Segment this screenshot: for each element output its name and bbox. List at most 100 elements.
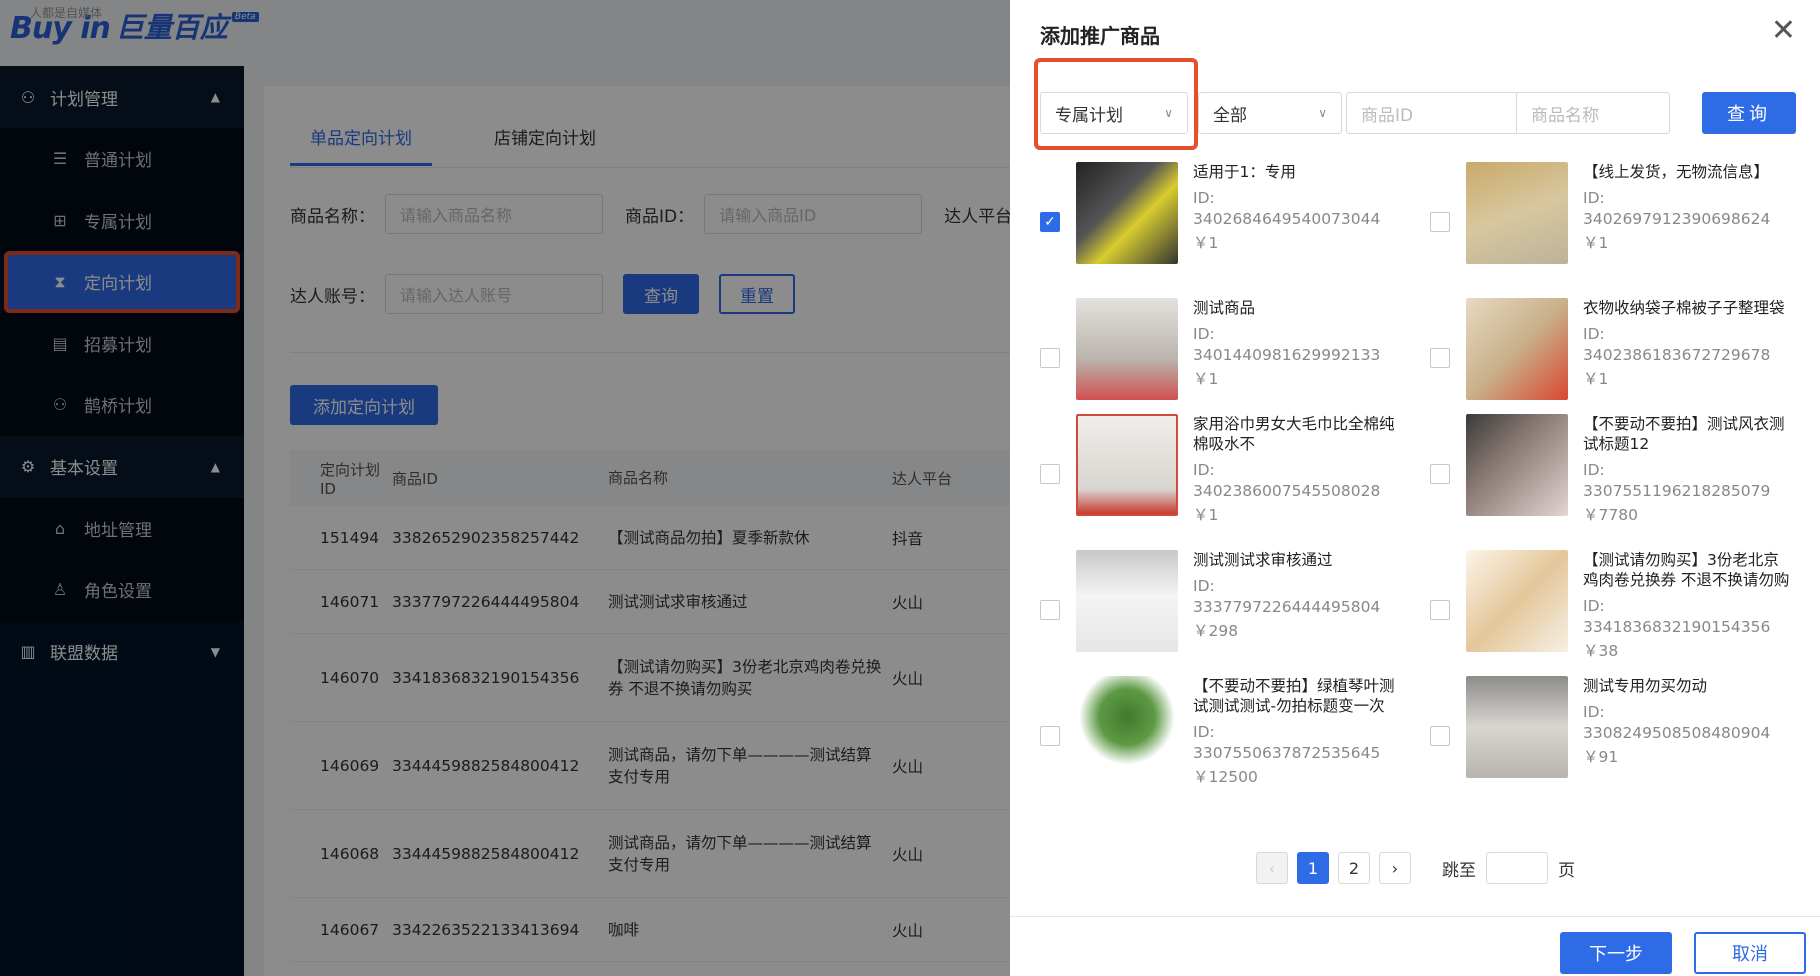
close-icon[interactable]: ✕ xyxy=(1771,16,1796,46)
product-price: ￥1 xyxy=(1193,234,1219,252)
product-id: 3401440981629992133 xyxy=(1193,346,1381,364)
modal-overlay[interactable] xyxy=(0,0,1010,976)
product-id: 3341836832190154356 xyxy=(1583,618,1771,636)
product-card[interactable]: 【测试请勿购买】3份老北京鸡肉卷兑换券 不退不换请勿购买 ID: 3341836… xyxy=(1430,550,1790,670)
product-thumbnail xyxy=(1466,676,1568,778)
product-thumbnail xyxy=(1076,676,1178,778)
product-id: 3308249508508480904 xyxy=(1583,724,1771,742)
product-info: 衣物收纳袋子棉被子子整理袋 ID: 3402386183672729678 ￥1 xyxy=(1583,298,1793,392)
product-info: 适用于1：专用 ID: 3402684649540073044 ￥1 xyxy=(1193,162,1403,256)
product-name: 测试专用勿买勿动 xyxy=(1583,677,1708,695)
drawer-query-button[interactable]: 查询 xyxy=(1702,92,1796,134)
product-checkbox[interactable] xyxy=(1040,600,1060,620)
product-card[interactable]: 测试专用勿买勿动 ID: 3308249508508480904 ￥91 xyxy=(1430,676,1790,796)
page-button-2[interactable]: 2 xyxy=(1338,852,1370,884)
product-price: ￥7780 xyxy=(1583,506,1638,524)
status-select[interactable]: 全部 ∨ xyxy=(1198,92,1342,134)
product-id: 3402697912390698624 xyxy=(1583,210,1771,228)
product-card[interactable]: ✓ 适用于1：专用 ID: 3402684649540073044 ￥1 xyxy=(1040,162,1400,282)
product-price: ￥91 xyxy=(1583,748,1619,766)
product-id: 3307550637872535645 xyxy=(1193,744,1381,762)
product-price: ￥38 xyxy=(1583,642,1619,660)
product-thumbnail xyxy=(1466,414,1568,516)
product-thumbnail xyxy=(1076,162,1178,264)
status-value: 全部 xyxy=(1213,105,1247,126)
product-name: 衣物收纳袋子棉被子子整理袋 xyxy=(1583,299,1785,317)
product-checkbox[interactable] xyxy=(1430,726,1450,746)
product-id-label: ID: xyxy=(1193,461,1215,479)
product-checkbox[interactable]: ✓ xyxy=(1040,212,1060,232)
product-id-label: ID: xyxy=(1583,461,1605,479)
product-id-label: ID: xyxy=(1583,325,1605,343)
product-thumbnail xyxy=(1076,550,1178,652)
product-id-label: ID: xyxy=(1193,189,1215,207)
product-checkbox[interactable] xyxy=(1040,464,1060,484)
product-price: ￥298 xyxy=(1193,622,1239,640)
product-info: 【测试请勿购买】3份老北京鸡肉卷兑换券 不退不换请勿购买 ID: 3341836… xyxy=(1583,550,1793,664)
product-info: 测试商品 ID: 3401440981629992133 ￥1 xyxy=(1193,298,1403,392)
page-suffix: 页 xyxy=(1558,860,1575,881)
product-thumbnail xyxy=(1466,162,1568,264)
next-step-button[interactable]: 下一步 xyxy=(1560,932,1672,974)
product-id-label: ID: xyxy=(1583,703,1605,721)
cancel-button[interactable]: 取消 xyxy=(1694,932,1806,974)
product-checkbox[interactable] xyxy=(1430,464,1450,484)
product-name: 【线上发货，无物流信息】 xyxy=(1583,163,1770,181)
chevron-down-icon: ∨ xyxy=(1318,106,1327,120)
next-page-icon[interactable]: › xyxy=(1379,852,1411,884)
product-checkbox[interactable] xyxy=(1430,212,1450,232)
product-card[interactable]: 【不要动不要拍】测试风衣测试标题12 ID: 33075511962182850… xyxy=(1430,414,1790,534)
product-price: ￥1 xyxy=(1583,234,1609,252)
product-name: 测试商品 xyxy=(1193,299,1256,317)
product-id: 3402684649540073044 xyxy=(1193,210,1381,228)
product-id-label: ID: xyxy=(1193,723,1215,741)
jump-page-input[interactable] xyxy=(1486,852,1548,884)
product-price: ￥1 xyxy=(1193,370,1219,388)
product-name: 家用浴巾男女大毛巾比全棉纯棉吸水不 xyxy=(1193,415,1395,453)
product-card[interactable]: 家用浴巾男女大毛巾比全棉纯棉吸水不 ID: 340238600754550802… xyxy=(1040,414,1400,534)
product-card[interactable]: 【线上发货，无物流信息】 ID: 3402697912390698624 ￥1 xyxy=(1430,162,1790,282)
drawer-product-name-input[interactable]: 商品名称 xyxy=(1516,92,1670,134)
product-info: 【不要动不要拍】绿植琴叶测试测试测试-勿拍标题变一次 ID: 330755063… xyxy=(1193,676,1403,790)
add-product-drawer: 添加推广商品 ✕ 专属计划 ∨ 全部 ∨ 商品ID 商品名称 查询 ✓ 适用于1… xyxy=(1010,0,1820,976)
product-id-label: ID: xyxy=(1193,325,1215,343)
product-price: ￥1 xyxy=(1193,506,1219,524)
footer-divider xyxy=(1010,916,1820,917)
product-info: 测试测试求审核通过 ID: 3337797226444495804 ￥298 xyxy=(1193,550,1403,644)
product-id-label: ID: xyxy=(1583,597,1605,615)
product-info: 测试专用勿买勿动 ID: 3308249508508480904 ￥91 xyxy=(1583,676,1793,770)
product-info: 【不要动不要拍】测试风衣测试标题12 ID: 33075511962182850… xyxy=(1583,414,1793,528)
product-name: 【测试请勿购买】3份老北京鸡肉卷兑换券 不退不换请勿购买 xyxy=(1583,551,1790,589)
product-name: 适用于1：专用 xyxy=(1193,163,1296,181)
product-id: 3402386007545508028 xyxy=(1193,482,1381,500)
product-checkbox[interactable] xyxy=(1430,348,1450,368)
product-info: 家用浴巾男女大毛巾比全棉纯棉吸水不 ID: 340238600754550802… xyxy=(1193,414,1403,528)
product-card[interactable]: 测试商品 ID: 3401440981629992133 ￥1 xyxy=(1040,298,1400,418)
product-checkbox[interactable] xyxy=(1430,600,1450,620)
product-id: 3307551196218285079 xyxy=(1583,482,1771,500)
product-price: ￥1 xyxy=(1583,370,1609,388)
product-id-label: ID: xyxy=(1193,577,1215,595)
highlight-box xyxy=(1034,58,1198,150)
product-name: 测试测试求审核通过 xyxy=(1193,551,1333,569)
product-checkbox[interactable] xyxy=(1040,726,1060,746)
product-id-label: ID: xyxy=(1583,189,1605,207)
pagination: ‹ 1 2 › 跳至 页 xyxy=(1256,852,1575,884)
product-checkbox[interactable] xyxy=(1040,348,1060,368)
product-id: 3402386183672729678 xyxy=(1583,346,1771,364)
product-card[interactable]: 测试测试求审核通过 ID: 3337797226444495804 ￥298 xyxy=(1040,550,1400,670)
product-thumbnail xyxy=(1466,298,1568,400)
product-name: 【不要动不要拍】绿植琴叶测试测试测试-勿拍标题变一次 xyxy=(1193,677,1395,715)
product-id: 3337797226444495804 xyxy=(1193,598,1381,616)
product-card[interactable]: 【不要动不要拍】绿植琴叶测试测试测试-勿拍标题变一次 ID: 330755063… xyxy=(1040,676,1400,796)
product-card[interactable]: 衣物收纳袋子棉被子子整理袋 ID: 3402386183672729678 ￥1 xyxy=(1430,298,1790,418)
prev-page-icon[interactable]: ‹ xyxy=(1256,852,1288,884)
product-thumbnail xyxy=(1466,550,1568,652)
drawer-product-id-input[interactable]: 商品ID xyxy=(1346,92,1518,134)
page-button-1[interactable]: 1 xyxy=(1297,852,1329,884)
product-thumbnail xyxy=(1076,414,1178,516)
jump-label: 跳至 xyxy=(1442,860,1476,881)
product-thumbnail xyxy=(1076,298,1178,400)
product-info: 【线上发货，无物流信息】 ID: 3402697912390698624 ￥1 xyxy=(1583,162,1793,256)
product-name: 【不要动不要拍】测试风衣测试标题12 xyxy=(1583,415,1785,453)
